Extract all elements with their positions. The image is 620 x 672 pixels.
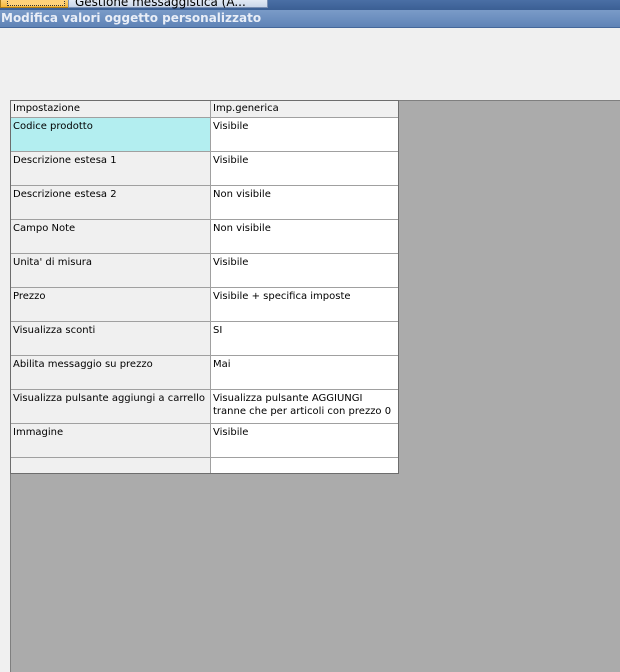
window-title: Modifica valori oggetto personalizzato [1,11,262,25]
table-row[interactable]: Abilita messaggio su prezzo Mai [11,356,398,390]
tab-active-focus [7,0,65,6]
tab-gestione-messaggistica[interactable]: Gestione messaggistica (A... [68,0,268,9]
setting-value-cell[interactable]: Visibile [211,254,398,287]
setting-name-cell[interactable]: Immagine [11,424,211,457]
setting-value-cell[interactable]: SI [211,322,398,355]
tab-active[interactable] [0,0,72,8]
table-row[interactable]: Descrizione estesa 2 Non visibile [11,186,398,220]
setting-value-cell[interactable]: Non visibile [211,186,398,219]
table-row[interactable]: Unita' di misura Visibile [11,254,398,288]
setting-value-cell[interactable]: Visibile [211,152,398,185]
table-row[interactable]: Descrizione estesa 1 Visibile [11,152,398,186]
tab-label: Gestione messaggistica (A... [75,0,246,9]
setting-name-cell[interactable]: Descrizione estesa 1 [11,152,211,185]
document-tab-strip: Gestione messaggistica (A... [0,0,620,10]
setting-name-cell[interactable]: Visualizza sconti [11,322,211,355]
setting-value-cell[interactable]: Visibile [211,118,398,151]
setting-name-cell[interactable] [11,458,211,473]
setting-name-cell[interactable]: Prezzo [11,288,211,321]
setting-value-cell[interactable]: Visualizza pulsante AGGIUNGI tranne che … [211,390,398,423]
setting-value-cell[interactable] [211,458,398,473]
table-row[interactable]: Immagine Visibile [11,424,398,458]
table-row[interactable]: Campo Note Non visibile [11,220,398,254]
setting-name-cell[interactable]: Campo Note [11,220,211,253]
settings-grid: Impostazione Imp.generica Codice prodott… [10,100,399,474]
table-row[interactable]: Visualizza pulsante aggiungi a carrello … [11,390,398,424]
window-title-bar: Modifica valori oggetto personalizzato [0,10,620,28]
setting-value-cell[interactable]: Non visibile [211,220,398,253]
setting-name-cell[interactable]: Unita' di misura [11,254,211,287]
setting-value-cell[interactable]: Visibile + specifica imposte [211,288,398,321]
column-header-imp-generica[interactable]: Imp.generica [211,101,398,117]
table-row[interactable]: Visualizza sconti SI [11,322,398,356]
setting-name-cell[interactable]: Abilita messaggio su prezzo [11,356,211,389]
table-row[interactable]: Codice prodotto Visibile [11,118,398,152]
setting-value-cell[interactable]: Mai [211,356,398,389]
table-row[interactable]: Prezzo Visibile + specifica imposte [11,288,398,322]
setting-value-cell[interactable]: Visibile [211,424,398,457]
column-header-impostazione[interactable]: Impostazione [11,101,211,117]
table-row-empty[interactable] [11,458,398,473]
setting-name-cell[interactable]: Descrizione estesa 2 [11,186,211,219]
setting-name-cell[interactable]: Codice prodotto [11,118,211,151]
grid-header: Impostazione Imp.generica [11,101,398,118]
setting-name-cell[interactable]: Visualizza pulsante aggiungi a carrello [11,390,211,423]
